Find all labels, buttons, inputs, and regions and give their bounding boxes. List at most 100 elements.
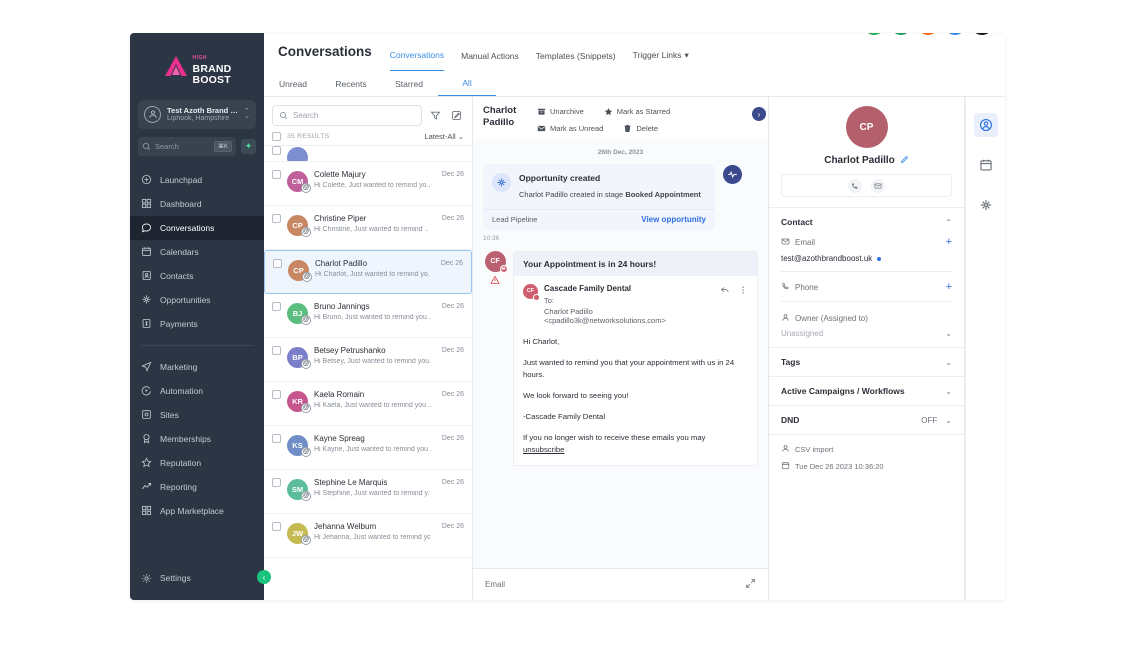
add-phone-button[interactable]: + xyxy=(946,282,952,293)
call-icon[interactable] xyxy=(848,178,862,193)
unsubscribe-link[interactable]: unsubscribe xyxy=(523,445,564,454)
chevron-up-icon[interactable]: ⌃ xyxy=(945,218,952,227)
unarchive-button[interactable]: Unarchive xyxy=(537,107,584,116)
list-item[interactable] xyxy=(264,146,472,162)
conversation-search-placeholder: Search xyxy=(293,111,319,120)
compose-bar[interactable]: Email xyxy=(473,568,768,600)
list-item[interactable]: BJ @ Bruno Jannings Hi Bruno, Just wante… xyxy=(264,294,472,338)
view-opportunity-link[interactable]: View opportunity xyxy=(641,215,706,224)
next-conversation-button[interactable]: › xyxy=(752,107,766,121)
avatar: SM @ xyxy=(287,479,311,501)
row-checkbox[interactable] xyxy=(272,146,281,155)
sidebar-item-reputation[interactable]: Reputation xyxy=(130,451,264,475)
user-avatar[interactable] xyxy=(971,33,993,35)
tab-trigger-links[interactable]: Trigger Links ▾ xyxy=(633,50,689,71)
tab-templates[interactable]: Templates (Snippets) xyxy=(536,51,616,71)
list-item-selected[interactable]: CP @ Charlot Padillo Hi Charlot, Just wa… xyxy=(264,250,472,294)
mark-as-unread-button[interactable]: Mark as Unread xyxy=(537,124,603,133)
expand-icon[interactable] xyxy=(745,578,756,592)
tab-conversations[interactable]: Conversations xyxy=(389,50,445,71)
subtabs: Unread Recents Starred All xyxy=(264,71,1005,97)
kebab-menu-icon[interactable] xyxy=(738,285,748,297)
sidebar-item-launchpad[interactable]: Launchpad xyxy=(130,168,264,192)
sidebar-item-settings[interactable]: Settings xyxy=(130,566,264,590)
conversation-items[interactable]: CM @ Colette Majury Hi Colette, Just wan… xyxy=(264,146,472,600)
sort-dropdown[interactable]: Latest-All ⌄ xyxy=(424,132,464,141)
delete-button[interactable]: Delete xyxy=(623,124,658,133)
pencil-icon[interactable] xyxy=(900,155,909,166)
megaphone-icon[interactable] xyxy=(890,33,912,35)
tab-manual-actions[interactable]: Manual Actions xyxy=(461,51,519,71)
sidebar-item-marketing[interactable]: Marketing xyxy=(130,355,264,379)
list-item[interactable]: BP @ Betsey Petrushanko Hi Betsey, Just … xyxy=(264,338,472,382)
sidebar-item-sites[interactable]: Sites xyxy=(130,403,264,427)
sidebar-item-opportunities[interactable]: Opportunities xyxy=(130,288,264,312)
sidebar-item-reporting[interactable]: Reporting xyxy=(130,475,264,499)
row-checkbox[interactable] xyxy=(273,259,282,268)
sidebar-nav: Launchpad Dashboard Conversations Calend… xyxy=(130,168,264,566)
subtab-recents[interactable]: Recents xyxy=(322,79,380,96)
reply-icon[interactable] xyxy=(720,285,730,297)
chevron-down-icon[interactable]: ⌄ xyxy=(945,387,952,396)
opp-desc-pre: Charlot Padillo created in stage xyxy=(519,190,626,199)
sidebar-collapse-button[interactable]: ‹ xyxy=(257,570,271,584)
compose-icon[interactable] xyxy=(449,108,464,123)
conversation-list-meta: 35 RESULTS Latest-All ⌄ xyxy=(264,130,472,146)
top-tabs: Conversations Manual Actions Templates (… xyxy=(389,33,689,71)
row-checkbox[interactable] xyxy=(272,170,281,179)
chevron-down-icon[interactable]: ⌄ xyxy=(945,416,952,425)
sidebar-item-app-marketplace[interactable]: App Marketplace xyxy=(130,499,264,523)
row-checkbox[interactable] xyxy=(272,390,281,399)
list-item[interactable]: KR @ Kaela Romain Hi Kaela, Just wanted … xyxy=(264,382,472,426)
chevron-down-icon[interactable]: ⌄ xyxy=(945,358,952,367)
row-checkbox[interactable] xyxy=(272,478,281,487)
contact-section-dnd[interactable]: DND OFF ⌄ xyxy=(769,406,964,435)
subtab-starred[interactable]: Starred xyxy=(380,79,438,96)
subtab-all[interactable]: All xyxy=(438,78,496,96)
opp-desc-stage: Booked Appointment xyxy=(625,190,701,199)
payments-icon xyxy=(140,318,152,330)
email-icon[interactable] xyxy=(871,178,885,193)
add-email-button[interactable]: + xyxy=(946,237,952,248)
row-checkbox[interactable] xyxy=(272,522,281,531)
row-checkbox[interactable] xyxy=(272,346,281,355)
filter-icon[interactable] xyxy=(428,108,443,123)
search-input[interactable]: Search ⌘K xyxy=(138,136,236,156)
sidebar-item-automation[interactable]: Automation xyxy=(130,379,264,403)
contact-panel-icon[interactable] xyxy=(973,113,998,137)
subtab-unread[interactable]: Unread xyxy=(264,79,322,96)
list-item[interactable]: CM @ Colette Majury Hi Colette, Just wan… xyxy=(264,162,472,206)
sidebar-item-dashboard[interactable]: Dashboard xyxy=(130,192,264,216)
warning-triangle-icon xyxy=(490,275,500,287)
sparkle-icon[interactable]: ✦ xyxy=(241,138,256,154)
envelope-icon xyxy=(781,237,790,248)
sidebar-item-payments[interactable]: Payments xyxy=(130,312,264,336)
list-item[interactable]: KS @ Kayne Spreag Hi Kayne, Just wanted … xyxy=(264,426,472,470)
field-label: Phone xyxy=(795,283,819,292)
opportunities-panel-icon[interactable] xyxy=(974,193,998,217)
list-item[interactable]: SM @ Stephine Le Marquis Hi Stephine, Ju… xyxy=(264,470,472,514)
sidebar-item-calendars[interactable]: Calendars xyxy=(130,240,264,264)
email-value[interactable]: test@azothbrandboost.uk xyxy=(781,254,952,263)
list-item[interactable]: JW @ Jehanna Welbum Hi Jehanna, Just wan… xyxy=(264,514,472,558)
conversation-search-input[interactable]: Search xyxy=(272,105,422,126)
row-checkbox[interactable] xyxy=(272,302,281,311)
account-switcher[interactable]: Test Azoth Brand Bo.. Liphook, Hampshire… xyxy=(138,99,256,129)
calendar-panel-icon[interactable] xyxy=(974,153,998,177)
sidebar-item-conversations[interactable]: Conversations xyxy=(130,215,264,240)
owner-value: Unassigned xyxy=(781,329,824,338)
row-checkbox[interactable] xyxy=(272,434,281,443)
trend-up-icon xyxy=(140,481,152,493)
owner-select[interactable]: Unassigned ⌄ xyxy=(781,329,952,338)
sidebar-item-contacts[interactable]: Contacts xyxy=(130,264,264,288)
sidebar-item-memberships[interactable]: Memberships xyxy=(130,427,264,451)
select-all-checkbox[interactable] xyxy=(272,132,281,141)
phone-icon[interactable] xyxy=(863,33,885,35)
list-item[interactable]: CP @ Christine Piper Hi Christine, Just … xyxy=(264,206,472,250)
contact-section-campaigns[interactable]: Active Campaigns / Workflows ⌄ xyxy=(769,377,964,406)
help-icon[interactable]: ? xyxy=(944,33,966,35)
contact-section-tags[interactable]: Tags ⌄ xyxy=(769,348,964,377)
bell-icon[interactable] xyxy=(917,33,939,35)
mark-as-starred-button[interactable]: Mark as Starred xyxy=(604,107,670,116)
row-checkbox[interactable] xyxy=(272,214,281,223)
